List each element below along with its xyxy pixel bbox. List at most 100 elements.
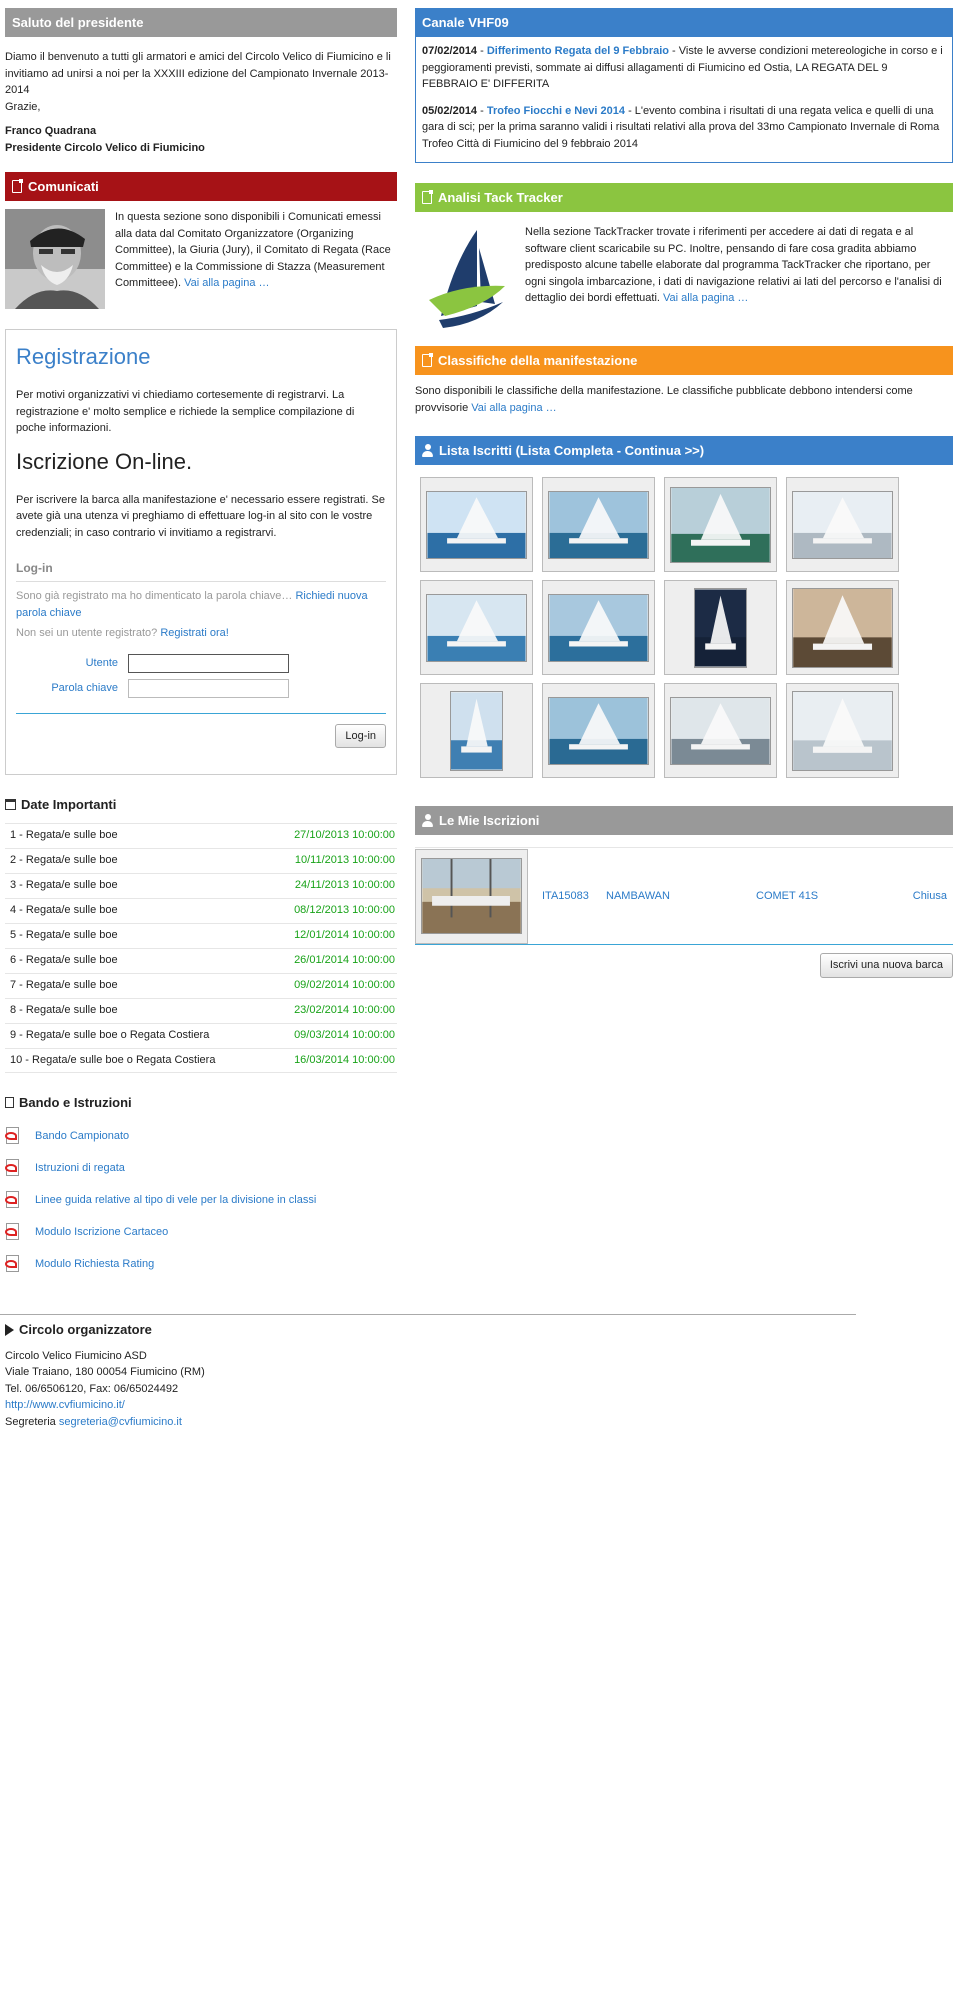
boat-model[interactable]: COMET 41S <box>756 888 896 905</box>
date-value: 27/10/2013 10:00:00 <box>294 829 395 842</box>
documents-header: Bando e Istruzioni <box>5 1093 397 1113</box>
document-link[interactable]: Modulo Iscrizione Cartaceo <box>35 1224 168 1241</box>
boat-thumbnail[interactable] <box>420 477 533 572</box>
boat-thumbnail[interactable] <box>786 683 899 778</box>
tacktracker-link[interactable]: Vai alla pagina … <box>663 292 748 304</box>
vhf-news-link[interactable]: Trofeo Fiocchi e Nevi 2014 <box>487 105 625 117</box>
boat-thumbnail[interactable] <box>664 580 777 675</box>
boat-name[interactable]: NAMBAWAN <box>606 888 756 905</box>
document-link[interactable]: Bando Campionato <box>35 1128 129 1145</box>
not-registered-text: Non sei un utente registrato? <box>16 627 158 639</box>
footer-email-link[interactable]: segreteria@cvfiumicino.it <box>59 1416 182 1428</box>
boat-thumbnail[interactable] <box>664 683 777 778</box>
boat-photo <box>426 593 527 662</box>
registration-status[interactable]: Chiusa <box>896 888 953 905</box>
date-row: 8 - Regata/e sulle boe 23/02/2014 10:00:0… <box>5 997 397 1023</box>
date-value: 16/03/2014 10:00:00 <box>294 1053 395 1066</box>
vhf-news-link[interactable]: Differimento Regata del 9 Febbraio <box>487 45 669 57</box>
sail-number[interactable]: ITA15083 <box>528 888 606 905</box>
username-input[interactable] <box>128 653 289 673</box>
boat-thumbnail[interactable] <box>542 477 655 572</box>
footer-header: Circolo organizzatore <box>5 1320 405 1340</box>
boat-photo <box>670 486 771 563</box>
footer-website-link[interactable]: http://www.cvfiumicino.it/ <box>5 1399 125 1411</box>
comunicati-title: Comunicati <box>28 178 99 194</box>
boat-thumbnail[interactable] <box>420 580 533 675</box>
vhf-news-item: 05/02/2014 - Trofeo Fiocchi e Nevi 2014 … <box>422 103 946 153</box>
iscritti-header[interactable]: Lista Iscritti (Lista Completa - Continu… <box>415 436 953 465</box>
dates-list: 1 - Regata/e sulle boe 27/10/2013 10:00:0… <box>5 822 397 1073</box>
date-row: 10 - Regata/e sulle boe o Regata Costier… <box>5 1047 397 1073</box>
date-value: 26/01/2014 10:00:00 <box>294 954 395 967</box>
play-icon <box>5 1323 14 1336</box>
date-row: 2 - Regata/e sulle boe 10/11/2013 10:00:0… <box>5 847 397 873</box>
comunicati-text: In questa sezione sono disponibili i Com… <box>105 209 397 309</box>
footer-email-row: Segreteria segreteria@cvfiumicino.it <box>5 1414 405 1431</box>
tacktracker-title: Analisi Tack Tracker <box>438 189 563 205</box>
president-body: Diamo il benvenuto a tutti gli armatori … <box>5 51 391 96</box>
boat-thumbnail[interactable] <box>420 683 533 778</box>
register-link[interactable]: Registrati ora! <box>160 627 228 639</box>
date-row: 3 - Regata/e sulle boe 24/11/2013 10:00:0… <box>5 872 397 898</box>
pdf-icon <box>5 1255 21 1273</box>
date-value: 09/02/2014 10:00:00 <box>294 979 395 992</box>
boat-thumbnail[interactable] <box>542 683 655 778</box>
register-row: Non sei un utente registrato? Registrati… <box>16 625 386 642</box>
forgot-password-text: Sono già registrato ma ho dimenticato la… <box>16 590 293 602</box>
date-value: 09/03/2014 10:00:00 <box>294 1029 395 1042</box>
date-label: 8 - Regata/e sulle boe <box>10 1004 118 1017</box>
password-input[interactable] <box>128 678 289 698</box>
boat-thumbnail[interactable] <box>664 477 777 572</box>
document-link[interactable]: Linee guida relative al tipo di vele per… <box>35 1192 316 1209</box>
comunicati-link[interactable]: Vai alla pagina … <box>184 277 269 289</box>
right-column: Canale VHF09 07/02/2014 - Differimento R… <box>415 8 953 978</box>
document-icon <box>422 190 433 204</box>
document-row: Istruzioni di regata <box>5 1152 397 1184</box>
classifiche-header[interactable]: Classifiche della manifestazione <box>415 346 953 375</box>
comunicati-header[interactable]: Comunicati <box>5 172 397 201</box>
boat-photo <box>792 587 893 668</box>
date-label: 4 - Regata/e sulle boe <box>10 904 118 917</box>
president-role: Presidente Circolo Velico di Fiumicino <box>5 141 205 154</box>
registration-box: Registrazione Per motivi organizzativi v… <box>5 329 397 775</box>
footer: Circolo organizzatore Circolo Velico Fiu… <box>5 1320 405 1430</box>
new-registration-actions: Iscrivi una nuova barca <box>415 953 953 978</box>
registration-body: Per iscrivere la barca alla manifestazio… <box>16 493 385 539</box>
registration-row[interactable]: ITA15083 NAMBAWAN COMET 41S Chiusa <box>415 847 953 945</box>
login-button[interactable]: Log-in <box>335 723 386 748</box>
vhf-box: 07/02/2014 - Differimento Regata del 9 F… <box>415 37 953 163</box>
separator: - <box>477 45 487 57</box>
boat-photo <box>548 593 649 662</box>
document-link[interactable]: Modulo Richiesta Rating <box>35 1256 154 1273</box>
document-link[interactable]: Istruzioni di regata <box>35 1160 125 1177</box>
boat-photo <box>548 490 649 559</box>
separator: - <box>477 104 487 117</box>
boat-photo <box>426 490 527 559</box>
date-label: 9 - Regata/e sulle boe o Regata Costiera <box>10 1029 210 1042</box>
pdf-icon <box>5 1191 21 1209</box>
president-message: Diamo il benvenuto a tutti gli armatori … <box>5 49 397 156</box>
boat-thumbnail[interactable] <box>786 477 899 572</box>
date-label: 3 - Regata/e sulle boe <box>10 879 118 892</box>
password-row: Parola chiave <box>16 678 386 698</box>
mie-iscrizioni-header: Le Mie Iscrizioni <box>415 806 953 835</box>
date-value: 10/11/2013 10:00:00 <box>294 854 395 867</box>
boat-thumbnail[interactable] <box>786 580 899 675</box>
tacktracker-header[interactable]: Analisi Tack Tracker <box>415 183 953 212</box>
new-boat-button[interactable]: Iscrivi una nuova barca <box>819 953 953 978</box>
boat-photo <box>792 690 893 771</box>
vhf-news-item: 07/02/2014 - Differimento Regata del 9 F… <box>422 43 946 93</box>
calendar-icon <box>5 799 16 811</box>
classifiche-title: Classifiche della manifestazione <box>438 352 638 368</box>
boat-thumbnail[interactable] <box>415 848 528 944</box>
vhf-header: Canale VHF09 <box>415 8 953 37</box>
date-label: 2 - Regata/e sulle boe <box>10 854 118 867</box>
boat-thumbnail[interactable] <box>542 580 655 675</box>
president-title: Saluto del presidente <box>12 14 144 30</box>
president-header: Saluto del presidente <box>5 8 397 37</box>
classifiche-link[interactable]: Vai alla pagina … <box>471 402 556 414</box>
document-icon <box>422 353 433 367</box>
dates-title: Date Importanti <box>21 797 117 812</box>
forgot-password-row: Sono già registrato ma ho dimenticato la… <box>16 588 386 621</box>
username-row: Utente <box>16 653 386 673</box>
